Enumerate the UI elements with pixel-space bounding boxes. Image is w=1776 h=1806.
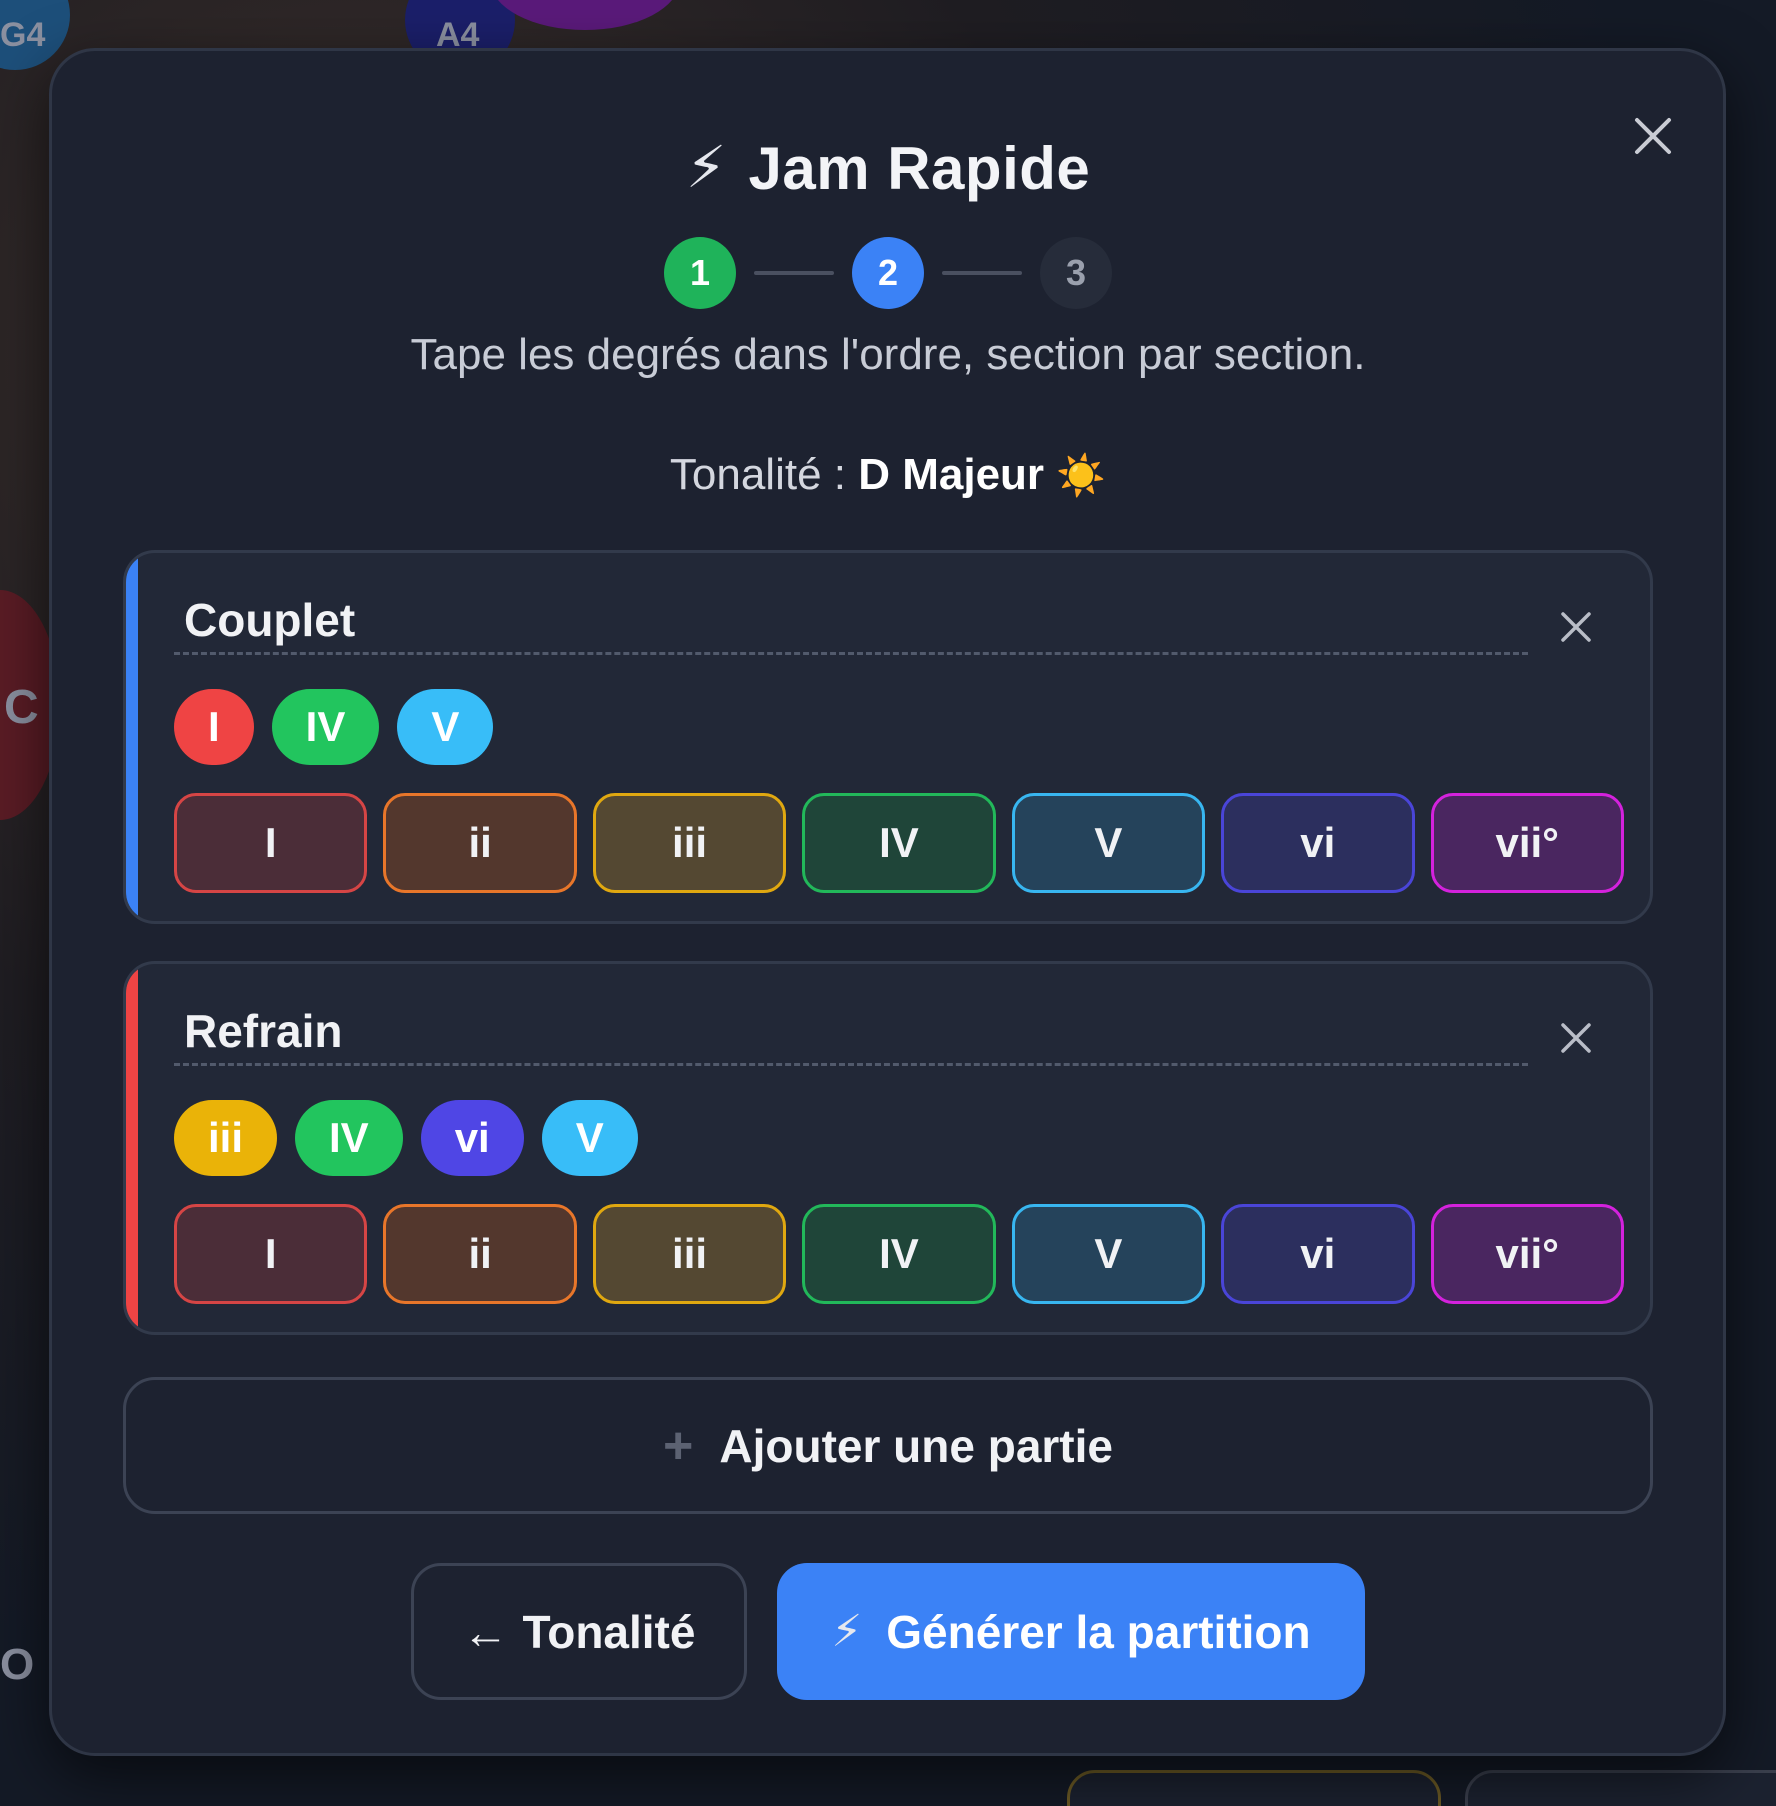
background-note-label: O bbox=[0, 1640, 35, 1689]
modal-title: Jam Rapide bbox=[748, 134, 1091, 202]
key-display: Tonalité : D Majeur ☀️ bbox=[0, 450, 1776, 500]
background-note-label: G4 bbox=[0, 16, 46, 54]
degree-button[interactable]: vii° bbox=[1430, 1204, 1624, 1304]
key-value: D Majeur bbox=[858, 450, 1045, 499]
section-couplet: Couplet I IV V Iii iii IV Vvi vii° bbox=[123, 550, 1653, 924]
degree-button[interactable]: V bbox=[1011, 1204, 1206, 1304]
sequence-chip[interactable]: iii bbox=[174, 1100, 278, 1176]
step-connector bbox=[942, 271, 1022, 275]
instructions-text: Tape les degrés dans l'ordre, section pa… bbox=[410, 330, 1366, 379]
step-connector bbox=[754, 271, 834, 275]
step-indicator: 1 2 3 bbox=[0, 237, 1776, 309]
sequence-chip[interactable]: vi bbox=[420, 1100, 524, 1176]
arrow-left-icon: ← bbox=[462, 1605, 509, 1658]
section-header: Refrain bbox=[174, 1004, 1528, 1066]
background-card bbox=[1465, 1770, 1776, 1806]
step-1: 1 bbox=[664, 237, 736, 309]
step-2: 2 bbox=[852, 237, 924, 309]
remove-section-button[interactable] bbox=[1546, 1008, 1606, 1068]
degree-button[interactable]: IV bbox=[802, 1204, 996, 1304]
modal-header: ⚡ Jam Rapide bbox=[0, 128, 1776, 208]
background-note-label: C bbox=[4, 681, 39, 734]
background-card bbox=[1067, 1770, 1441, 1806]
close-icon bbox=[1561, 612, 1591, 642]
sun-icon: ☀️ bbox=[1056, 454, 1107, 498]
degree-buttons: Iii iii IV Vvi vii° bbox=[174, 793, 1624, 893]
step-3: 3 bbox=[1040, 237, 1112, 309]
degree-button[interactable]: ii bbox=[383, 793, 577, 893]
degree-button[interactable]: I bbox=[174, 793, 368, 893]
degree-buttons: Iii iii IV Vvi vii° bbox=[174, 1204, 1624, 1304]
section-title: Refrain bbox=[184, 1005, 343, 1057]
section-title: Couplet bbox=[184, 594, 356, 646]
generate-button-label: Générer la partition bbox=[886, 1605, 1311, 1658]
sequence-chip[interactable]: V bbox=[397, 689, 494, 765]
sequence-chip[interactable]: IV bbox=[295, 1100, 403, 1176]
lightning-icon: ⚡ bbox=[831, 1607, 863, 1656]
add-part-button[interactable]: + Ajouter une partie bbox=[123, 1377, 1653, 1514]
section-header: Couplet bbox=[174, 593, 1528, 655]
close-icon bbox=[1561, 1023, 1591, 1053]
degree-button[interactable]: iii bbox=[592, 1204, 787, 1304]
section-refrain: Refrain iii IV vi V Iii iii IV Vvi vii° bbox=[123, 961, 1653, 1335]
remove-section-button[interactable] bbox=[1546, 597, 1606, 657]
generate-score-button[interactable]: ⚡ Générer la partition bbox=[777, 1563, 1365, 1700]
degree-button[interactable]: I bbox=[174, 1204, 368, 1304]
back-button-label: Tonalité bbox=[522, 1605, 696, 1658]
back-to-key-button[interactable]: ← Tonalité bbox=[411, 1563, 747, 1700]
sequence-chip[interactable]: I bbox=[174, 689, 254, 765]
sequence-chips: I IV V bbox=[174, 689, 494, 765]
sequence-chips: iii IV vi V bbox=[174, 1100, 638, 1176]
degree-button[interactable]: IV bbox=[802, 793, 996, 893]
lightning-icon: ⚡ bbox=[685, 135, 727, 200]
degree-button[interactable]: iii bbox=[592, 793, 787, 893]
key-label: Tonalité : bbox=[669, 450, 859, 499]
add-part-label: Ajouter une partie bbox=[719, 1419, 1113, 1472]
degree-button[interactable]: vi bbox=[1221, 793, 1415, 893]
degree-button[interactable]: V bbox=[1011, 793, 1206, 893]
degree-button[interactable]: vii° bbox=[1430, 793, 1624, 893]
degree-button[interactable]: ii bbox=[383, 1204, 577, 1304]
sequence-chip[interactable]: IV bbox=[271, 689, 380, 765]
sequence-chip[interactable]: V bbox=[541, 1100, 638, 1176]
plus-icon: + bbox=[663, 1416, 694, 1475]
degree-button[interactable]: vi bbox=[1221, 1204, 1415, 1304]
